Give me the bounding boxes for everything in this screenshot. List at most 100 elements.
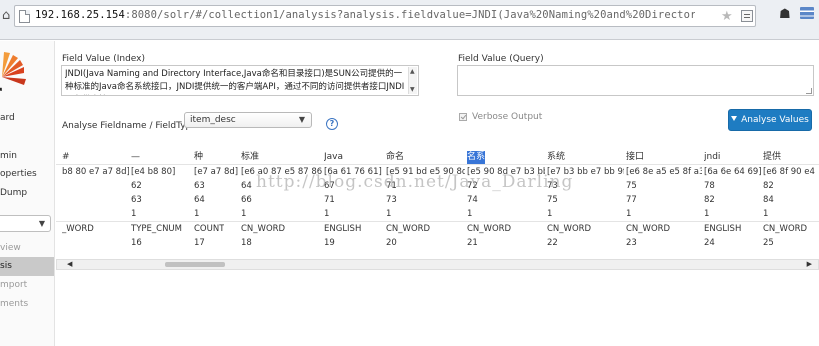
index-value-textarea[interactable]: JNDI(Java Naming and Directory Interface…: [61, 65, 419, 96]
token-end-cell: 73: [386, 195, 397, 205]
token-start-cell: 64: [241, 181, 252, 191]
token-position-cell: 1: [467, 209, 473, 219]
token-position-length-cell: 21: [467, 238, 478, 248]
analysis-result-table: # b8 80 e7 a7 8d] _WORD — [e4 b8 80] 62 63 1 TYP…: [56, 149, 819, 261]
token-position-length-cell: 25: [763, 238, 774, 248]
url-text[interactable]: 192.168.25.154:8080/solr/#/collection1/a…: [35, 9, 695, 21]
token-start-cell: 63: [194, 181, 205, 191]
token-bytes-cell: b8 80 e7 a7 8d]: [62, 167, 129, 177]
reader-view-icon[interactable]: [741, 10, 753, 22]
verbose-output-label: Verbose Output: [472, 112, 543, 122]
token-term-cell[interactable]: 系统: [547, 151, 565, 164]
token-position-cell: 1: [763, 209, 769, 219]
resize-handle-icon[interactable]: [806, 88, 812, 94]
token-end-cell: 84: [763, 195, 774, 205]
token-start-cell: 62: [131, 181, 142, 191]
token-position-length-cell: 24: [704, 238, 715, 248]
bookmark-star-icon[interactable]: ★: [721, 9, 733, 24]
token-type-cell: CN_WORD: [626, 224, 671, 234]
scroll-left-icon[interactable]: ◀: [67, 260, 72, 268]
token-term-cell[interactable]: Java: [324, 151, 343, 164]
token-end-cell: 74: [467, 195, 478, 205]
token-term-cell[interactable]: #: [62, 151, 70, 164]
token-term-cell[interactable]: 接口: [626, 151, 644, 164]
token-type-cell: _WORD: [62, 224, 94, 234]
token-bytes-cell: [6a 6e 64 69]: [704, 167, 761, 177]
sidebar-item-thread-dump[interactable]: Dump: [0, 184, 54, 203]
chevron-down-icon: ▼: [298, 115, 305, 124]
token-type-cell: COUNT: [194, 224, 225, 234]
token-position-cell: 1: [704, 209, 710, 219]
core-selector[interactable]: ▼: [0, 215, 51, 232]
token-term-cell[interactable]: 名系: [467, 151, 486, 164]
sidebar-item-documents[interactable]: ments: [0, 295, 54, 314]
sidebar-item-analysis[interactable]: sis: [0, 257, 54, 276]
scroll-right-icon[interactable]: ▶: [807, 260, 812, 268]
sidebar-item-core-admin[interactable]: min: [0, 147, 54, 166]
index-value-label: Field Value (Index): [62, 54, 146, 64]
token-position-cell: 1: [626, 209, 632, 219]
menu-icon[interactable]: [800, 7, 814, 19]
token-end-cell: 66: [241, 195, 252, 205]
browser-toolbar: ⌂ 192.168.25.154:8080/solr/#/collection1…: [0, 0, 819, 40]
scroll-down-icon[interactable]: ▼: [410, 86, 415, 93]
token-position-length-cell: 16: [131, 238, 142, 248]
help-icon[interactable]: ?: [326, 118, 338, 130]
sidebar-item-logging[interactable]: [0, 128, 54, 147]
extension-icon[interactable]: ☗: [779, 7, 791, 22]
token-start-cell: 78: [704, 181, 715, 191]
token-term-cell[interactable]: 种: [194, 151, 203, 164]
token-type-cell: ENGLISH: [324, 224, 362, 234]
token-end-cell: 64: [194, 195, 205, 205]
token-position-cell: 1: [194, 209, 200, 219]
scrollbar-thumb[interactable]: [165, 262, 225, 267]
token-term-cell[interactable]: 命名: [386, 151, 404, 164]
sidebar-item-dataimport[interactable]: mport: [0, 276, 54, 295]
query-value-textarea[interactable]: [457, 65, 814, 96]
textarea-scrollbar[interactable]: ▲ ▼: [408, 67, 417, 94]
solr-sidebar: r ard min operties Dump ▼ view sis mport…: [0, 41, 55, 346]
token-type-cell: CN_WORD: [241, 224, 286, 234]
row-divider: [56, 164, 819, 165]
scroll-up-icon[interactable]: ▲: [410, 68, 415, 75]
token-position-cell: 1: [547, 209, 553, 219]
token-position-length-cell: 20: [386, 238, 397, 248]
analyse-values-button[interactable]: Analyse Values: [728, 109, 812, 131]
token-type-cell: CN_WORD: [386, 224, 431, 234]
token-bytes-cell: [e6 8e a5 e5 8f a3]: [626, 167, 702, 177]
token-start-cell: 82: [763, 181, 774, 191]
token-end-cell: 63: [131, 195, 142, 205]
sidebar-item-java-properties[interactable]: operties: [0, 165, 54, 184]
token-term-cell[interactable]: 标准: [241, 151, 259, 164]
token-term-cell[interactable]: —: [131, 151, 140, 164]
sidebar-item-overview[interactable]: view: [0, 239, 54, 258]
token-term-cell[interactable]: jndi: [704, 151, 720, 164]
token-position-length-cell: 17: [194, 238, 205, 248]
row-divider: [56, 221, 819, 222]
solr-logo: r: [0, 52, 26, 103]
token-position-cell: 1: [131, 209, 137, 219]
token-bytes-cell: [e4 b8 80]: [131, 167, 176, 177]
fieldtype-selected-value: item_desc: [190, 115, 236, 125]
svg-text:r: r: [0, 80, 2, 103]
verbose-checkbox[interactable]: [459, 113, 467, 121]
token-type-cell: ENGLISH: [704, 224, 742, 234]
token-position-cell: 1: [241, 209, 247, 219]
token-term-cell[interactable]: 提供: [763, 151, 781, 164]
token-end-cell: 77: [626, 195, 637, 205]
address-bar[interactable]: 192.168.25.154:8080/solr/#/collection1/a…: [14, 5, 756, 27]
token-position-length-cell: 18: [241, 238, 252, 248]
token-type-cell: CN_WORD: [467, 224, 512, 234]
token-type-cell: CN_WORD: [763, 224, 808, 234]
home-icon[interactable]: ⌂: [2, 8, 10, 23]
fieldtype-select[interactable]: item_desc ▼: [184, 112, 312, 128]
page-icon: [19, 10, 30, 23]
token-end-cell: 71: [324, 195, 335, 205]
sidebar-item-dashboard[interactable]: ard: [0, 109, 54, 128]
token-type-cell: TYPE_CNUM: [131, 224, 182, 234]
filter-icon: [731, 116, 738, 121]
horizontal-scrollbar[interactable]: ◀ ▶: [56, 259, 819, 270]
token-type-cell: CN_WORD: [547, 224, 592, 234]
token-position-length-cell: 22: [547, 238, 558, 248]
analysis-panel: Field Value (Index) JNDI(Java Naming and…: [56, 41, 819, 346]
